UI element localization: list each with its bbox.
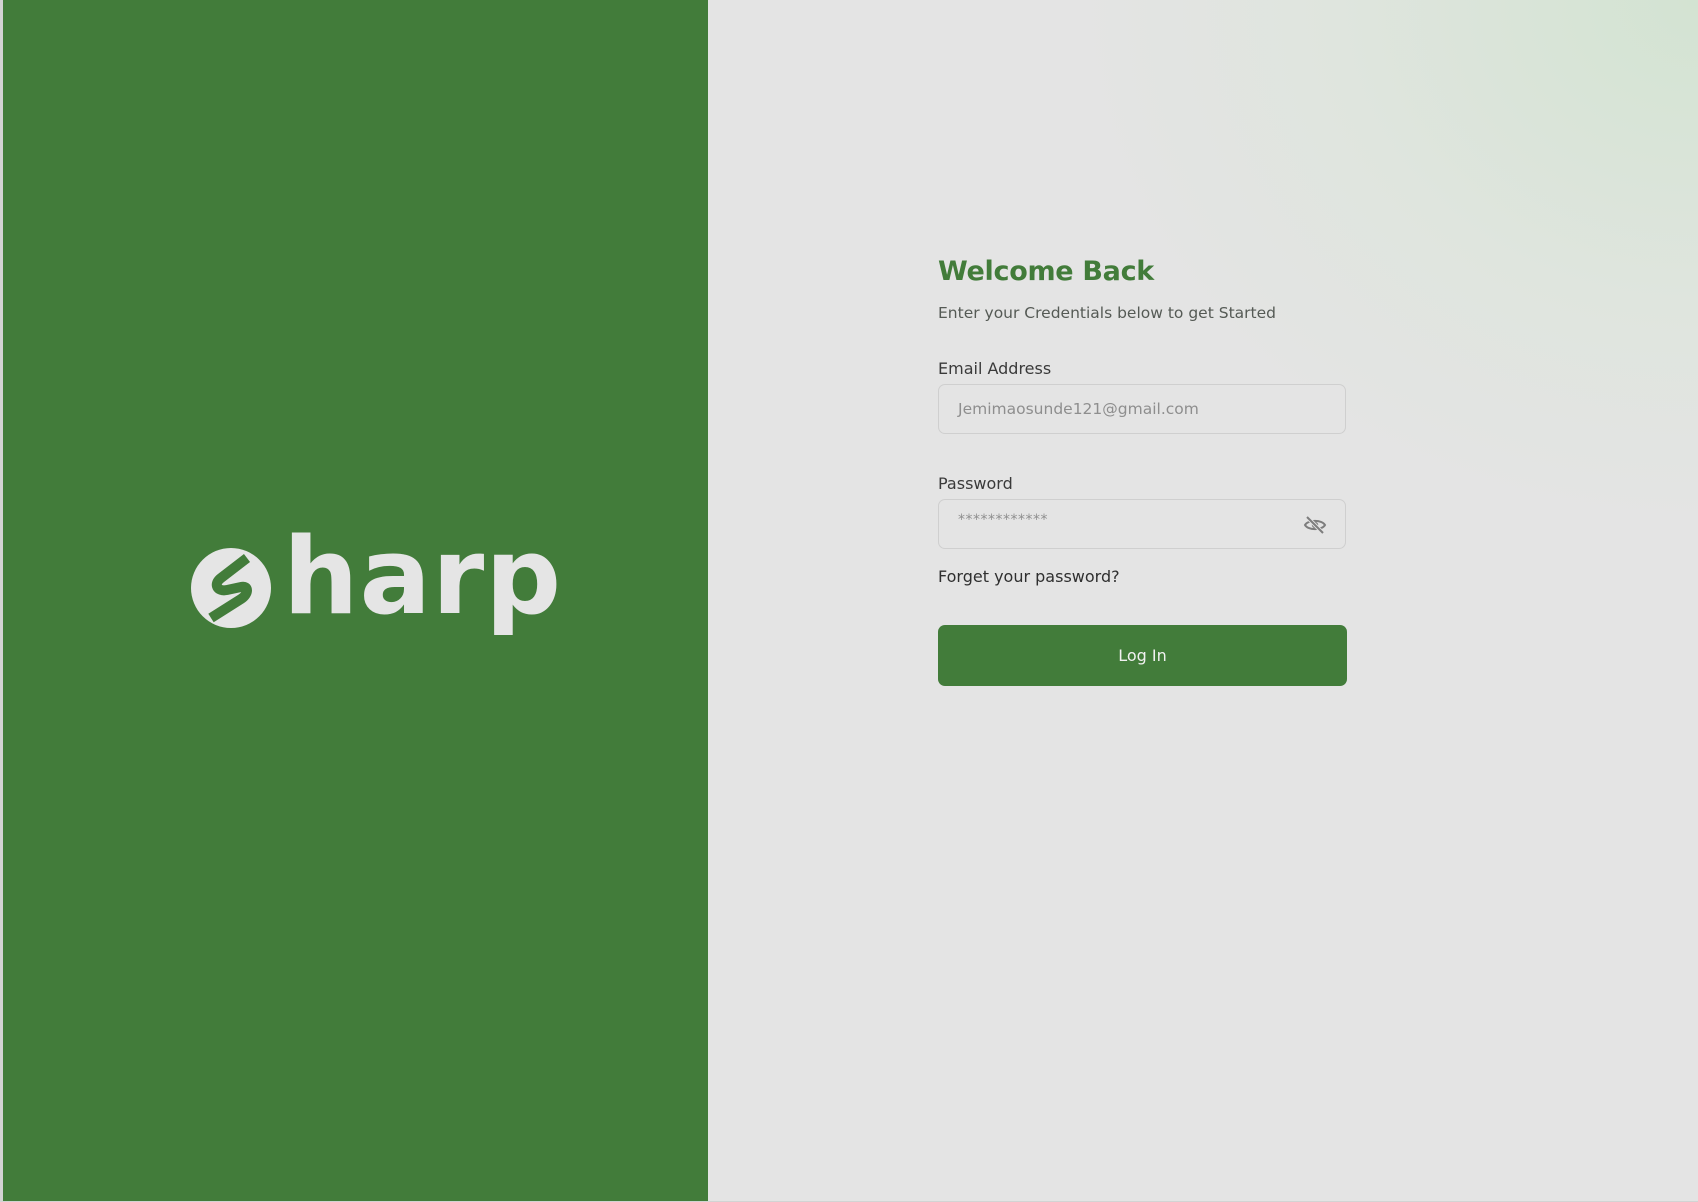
sharp-s-logo-icon	[191, 548, 271, 628]
eye-off-icon[interactable]	[1303, 513, 1327, 537]
password-value: ************	[958, 512, 1048, 528]
login-page: harp Welcome Back Enter your Credentials…	[0, 0, 1698, 1202]
login-button[interactable]: Log In	[938, 625, 1347, 686]
email-field[interactable]: Jemimaosunde121@gmail.com	[938, 384, 1346, 434]
login-panel: Welcome Back Enter your Credentials belo…	[708, 0, 1698, 1201]
page-title: Welcome Back	[938, 256, 1154, 287]
forgot-password-link[interactable]: Forget your password?	[938, 567, 1120, 586]
brand-panel: harp	[3, 0, 708, 1201]
email-value: Jemimaosunde121@gmail.com	[958, 400, 1199, 418]
password-label: Password	[938, 474, 1013, 493]
password-field[interactable]: ************	[938, 499, 1346, 549]
logo-wordmark: harp	[283, 515, 563, 638]
page-subtitle: Enter your Credentials below to get Star…	[938, 304, 1276, 322]
email-label: Email Address	[938, 359, 1052, 378]
sharp-logo: harp	[191, 524, 561, 656]
